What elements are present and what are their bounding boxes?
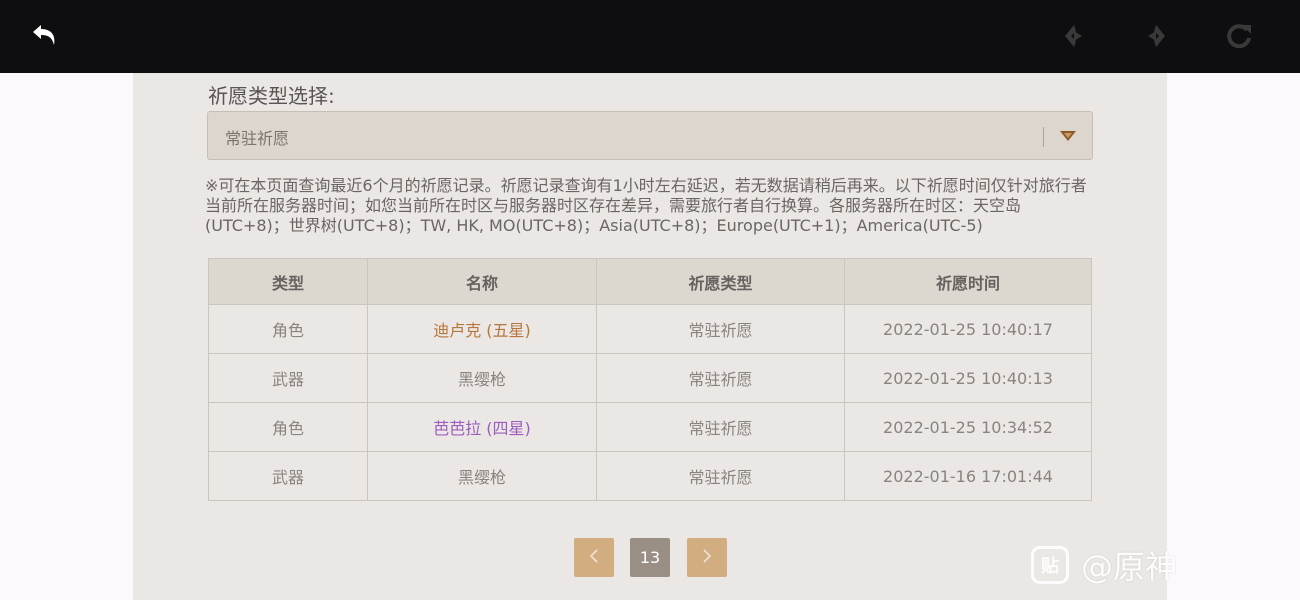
cell-wish-time: 2022-01-25 10:40:17 bbox=[844, 304, 1092, 354]
table-row: 武器 黑缨枪 常驻祈愿 2022-01-25 10:40:13 bbox=[208, 353, 1092, 403]
table-header-row: 类型 名称 祈愿类型 祈愿时间 bbox=[208, 258, 1092, 305]
watermark: 贴 @原神 bbox=[1031, 545, 1178, 586]
header-name: 名称 bbox=[367, 258, 597, 305]
wish-record-table: 类型 名称 祈愿类型 祈愿时间 角色 迪卢克 (五星) 常驻祈愿 2022-01… bbox=[208, 258, 1092, 501]
cell-type: 角色 bbox=[208, 402, 368, 452]
query-notice: ※可在本页面查询最近6个月的祈愿记录。祈愿记录查询有1小时左右延迟，若无数据请稍… bbox=[205, 176, 1087, 235]
table-row: 角色 芭芭拉 (四星) 常驻祈愿 2022-01-25 10:34:52 bbox=[208, 402, 1092, 452]
header-wish-time: 祈愿时间 bbox=[844, 258, 1092, 305]
cell-type: 武器 bbox=[208, 451, 368, 501]
cell-wish-type: 常驻祈愿 bbox=[596, 353, 845, 403]
chevron-down-icon[interactable] bbox=[1058, 128, 1078, 144]
prev-page-button[interactable] bbox=[574, 538, 614, 577]
wish-type-selected-value: 常驻祈愿 bbox=[225, 129, 290, 148]
cell-wish-type: 常驻祈愿 bbox=[596, 402, 845, 452]
next-page-button[interactable] bbox=[687, 538, 727, 577]
cell-name: 黑缨枪 bbox=[367, 353, 597, 403]
table-row: 角色 迪卢克 (五星) 常驻祈愿 2022-01-25 10:40:17 bbox=[208, 304, 1092, 354]
back-arrow-icon[interactable] bbox=[28, 18, 64, 54]
select-divider bbox=[1043, 127, 1044, 147]
header-wish-type: 祈愿类型 bbox=[596, 258, 845, 305]
nav-forward-icon[interactable] bbox=[1138, 18, 1174, 54]
wish-type-label: 祈愿类型选择: bbox=[208, 84, 335, 108]
cell-wish-time: 2022-01-16 17:01:44 bbox=[844, 451, 1092, 501]
refresh-icon[interactable] bbox=[1221, 18, 1257, 54]
nav-back-icon[interactable] bbox=[1056, 18, 1092, 54]
cell-type: 武器 bbox=[208, 353, 368, 403]
cell-wish-time: 2022-01-25 10:40:13 bbox=[844, 353, 1092, 403]
top-bar bbox=[0, 0, 1300, 73]
watermark-text: @原神 bbox=[1081, 548, 1178, 586]
cell-name: 芭芭拉 (四星) bbox=[367, 402, 597, 452]
cell-type: 角色 bbox=[208, 304, 368, 354]
current-page-indicator: 13 bbox=[630, 538, 670, 577]
cell-name: 黑缨枪 bbox=[367, 451, 597, 501]
header-type: 类型 bbox=[208, 258, 368, 305]
cell-wish-type: 常驻祈愿 bbox=[596, 304, 845, 354]
cell-name: 迪卢克 (五星) bbox=[367, 304, 597, 354]
chevron-left-icon bbox=[588, 548, 600, 568]
table-row: 武器 黑缨枪 常驻祈愿 2022-01-16 17:01:44 bbox=[208, 451, 1092, 501]
tieba-logo-icon: 贴 bbox=[1031, 546, 1069, 584]
wish-type-select[interactable]: 常驻祈愿 bbox=[207, 111, 1093, 160]
chevron-right-icon bbox=[701, 548, 713, 568]
cell-wish-type: 常驻祈愿 bbox=[596, 451, 845, 501]
cell-wish-time: 2022-01-25 10:34:52 bbox=[844, 402, 1092, 452]
wish-history-panel: 祈愿类型选择: 常驻祈愿 ※可在本页面查询最近6个月的祈愿记录。祈愿记录查询有1… bbox=[133, 73, 1167, 600]
